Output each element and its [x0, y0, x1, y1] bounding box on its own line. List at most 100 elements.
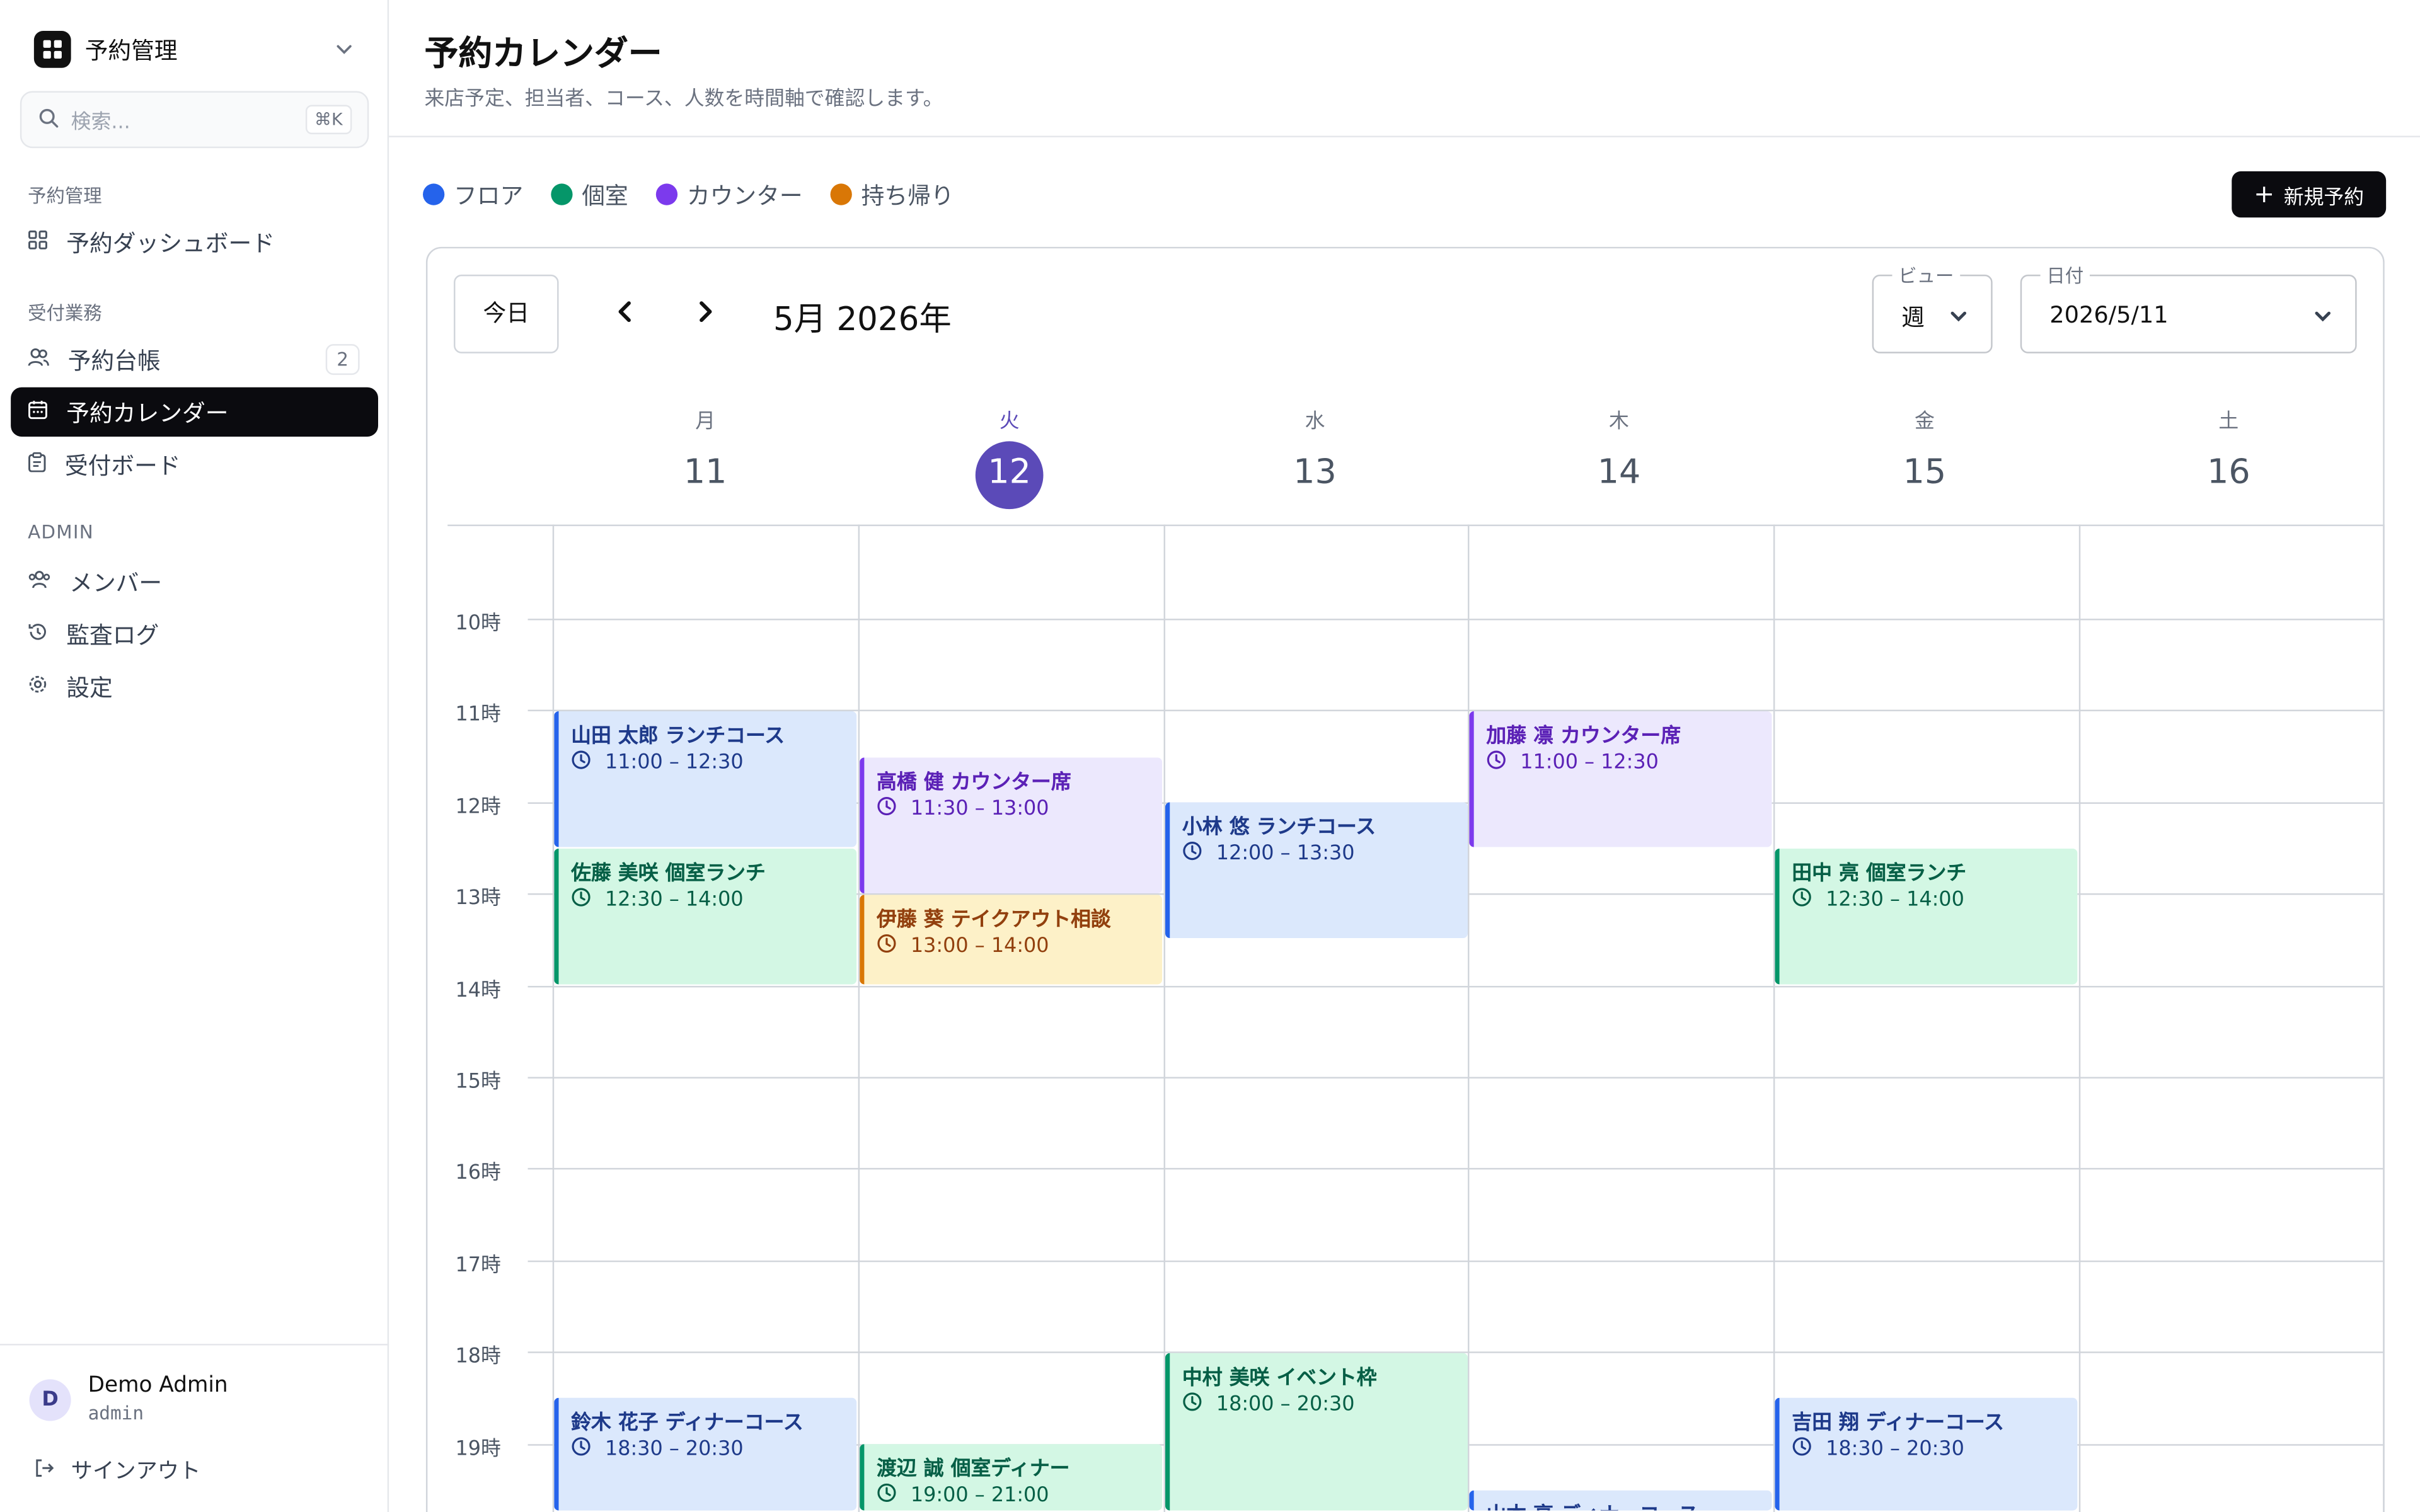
event-time: 19:00 – 21:00 [877, 1483, 1049, 1509]
grid-column-line [1773, 524, 1775, 1512]
sidebar-item-dashboard[interactable]: 予約ダッシュボード [11, 217, 378, 266]
day-of-week-fri: 金 [1914, 410, 1935, 434]
today-button[interactable]: 今日 [454, 274, 559, 353]
section-title-reservations: 予約管理 [28, 185, 102, 207]
event-card-floor[interactable]: 鈴木 花子 ディナーコース 18:30 – 20:30 [554, 1398, 857, 1511]
view-select[interactable]: ビュー 週 [1872, 262, 1993, 353]
legend-dot [830, 183, 852, 205]
sidebar-item-calendar[interactable]: 予約カレンダー [11, 387, 379, 437]
event-card-floor[interactable]: 小林 悠 ランチコース 12:00 – 13:30 [1165, 803, 1468, 939]
event-time-text: 18:30 – 20:30 [1826, 1438, 1964, 1462]
date-picker[interactable]: 日付 2026/5/11 [2020, 262, 2357, 353]
chevron-down-icon [2312, 304, 2334, 333]
clock-icon [571, 750, 591, 776]
day-of-week-mon: 月 [695, 410, 716, 434]
event-title: 中村 美咲 イベント枠 [1182, 1366, 1377, 1390]
prev-week-button[interactable] [608, 298, 642, 332]
legend-dot [423, 183, 445, 205]
new-reservation-button[interactable]: + 新規予約 [2232, 171, 2387, 218]
count-badge: 2 [325, 344, 360, 375]
grid-top-border [447, 524, 2383, 527]
event-card-floor[interactable]: 山本 亮 ディナーコース [1469, 1490, 1772, 1511]
hour-label: 16時 [455, 1162, 501, 1185]
hour-line [527, 619, 2383, 621]
sidebar-item-ledger[interactable]: 予約台帳 2 [11, 335, 378, 384]
plus-icon: + [2254, 179, 2275, 209]
app-logo-icon [33, 30, 71, 68]
hour-line [527, 1167, 2383, 1170]
event-card-counter[interactable]: 高橋 健 カウンター席 11:30 – 13:00 [860, 757, 1163, 893]
day-of-week-wed: 水 [1305, 410, 1325, 434]
day-number-12-today[interactable]: 12 [975, 441, 1044, 510]
avatar[interactable]: D [29, 1379, 71, 1421]
sidebar-item-audit-log[interactable]: 監査ログ [11, 609, 378, 658]
hour-label: 17時 [455, 1254, 501, 1278]
event-time-text: 18:00 – 20:30 [1216, 1392, 1355, 1416]
sidebar-item-reception-board[interactable]: 受付ボード [11, 440, 378, 489]
chevron-down-icon [1948, 304, 1969, 333]
day-number-13[interactable]: 13 [1281, 441, 1349, 509]
event-title: 高橋 健 カウンター席 [877, 770, 1071, 794]
day-number-15[interactable]: 15 [1891, 441, 1959, 509]
event-card-private[interactable]: 渡辺 誠 個室ディナー 19:00 – 21:00 [860, 1444, 1163, 1511]
search-input[interactable]: 検索... ⌘K [20, 91, 369, 149]
event-card-floor[interactable]: 吉田 翔 ディナーコース 18:30 – 20:30 [1775, 1398, 2078, 1511]
event-time: 18:30 – 20:30 [571, 1437, 744, 1463]
workspace-name: 予約管理 [84, 36, 178, 64]
event-title: 伊藤 葵 テイクアウト相談 [877, 908, 1111, 932]
clock-icon [1182, 841, 1202, 868]
event-card-floor[interactable]: 山田 太郎 ランチコース 11:00 – 12:30 [554, 711, 857, 847]
user-panel: D Demo Admin admin サインアウト [0, 1344, 389, 1512]
calendar-title: 5月 2026年 [773, 301, 952, 338]
event-time: 13:00 – 14:00 [877, 933, 1049, 959]
day-number-11[interactable]: 11 [671, 441, 739, 509]
event-title: 鈴木 花子 ディナーコース [571, 1412, 804, 1436]
event-time-text: 19:00 – 21:00 [910, 1484, 1049, 1508]
workspace-switcher[interactable]: 予約管理 [33, 30, 364, 68]
event-card-counter[interactable]: 加藤 凛 カウンター席 11:00 – 12:30 [1469, 711, 1772, 847]
hour-line [527, 985, 2383, 988]
clock-icon [877, 1483, 897, 1509]
event-card-private[interactable]: 佐藤 美咲 個室ランチ 12:30 – 14:00 [554, 848, 857, 985]
hour-label: 13時 [455, 887, 501, 910]
event-time: 12:00 – 13:30 [1182, 841, 1354, 868]
event-time-text: 18:30 – 20:30 [605, 1438, 744, 1462]
new-reservation-label: 新規予約 [2283, 186, 2365, 209]
chevron-down-icon [333, 37, 355, 67]
sidebar-item-label: 予約台帳 [67, 346, 161, 374]
signout-button[interactable]: サインアウト [34, 1455, 200, 1486]
next-week-button[interactable] [688, 298, 722, 332]
grid-column-line [2383, 524, 2385, 1512]
legend-item-floor: フロア [423, 178, 523, 210]
history-icon [28, 620, 48, 648]
day-number-14[interactable]: 14 [1585, 441, 1653, 509]
sidebar-item-label: 予約カレンダー [66, 399, 229, 427]
clipboard-icon [28, 450, 46, 478]
event-card-private[interactable]: 中村 美咲 イベント枠 18:00 – 20:30 [1165, 1353, 1468, 1511]
sidebar-item-label: メンバー [69, 568, 163, 597]
hour-label: 12時 [455, 796, 501, 820]
clock-icon [1792, 1437, 1812, 1463]
event-time: 18:00 – 20:30 [1182, 1391, 1355, 1418]
event-card-takeout[interactable]: 伊藤 葵 テイクアウト相談 13:00 – 14:00 [860, 894, 1163, 985]
hour-label: 19時 [455, 1438, 501, 1462]
event-time: 12:30 – 14:00 [571, 887, 744, 914]
date-picker-label: 日付 [2040, 262, 2090, 289]
grid-column-line [552, 524, 555, 1512]
search-icon [38, 105, 59, 135]
section-title-front-desk: 受付業務 [28, 302, 102, 324]
legend-item-private: 個室 [551, 178, 628, 210]
sidebar-item-settings[interactable]: 設定 [11, 662, 378, 711]
sidebar-item-members[interactable]: メンバー [11, 557, 378, 606]
event-title: 加藤 凛 カウンター席 [1486, 724, 1681, 748]
legend-item-counter: カウンター [655, 178, 803, 210]
event-card-private[interactable]: 田中 亮 個室ランチ 12:30 – 14:00 [1775, 848, 2078, 985]
sidebar-item-label: 監査ログ [66, 621, 159, 649]
grid-column-line [2078, 524, 2081, 1512]
sidebar-item-label: 設定 [66, 673, 113, 702]
hour-label: 14時 [455, 980, 501, 1003]
event-time-text: 12:30 – 14:00 [1826, 888, 1964, 912]
user-name: Demo Admin [88, 1373, 228, 1398]
clock-icon [1182, 1391, 1202, 1418]
day-number-16[interactable]: 16 [2194, 441, 2262, 509]
